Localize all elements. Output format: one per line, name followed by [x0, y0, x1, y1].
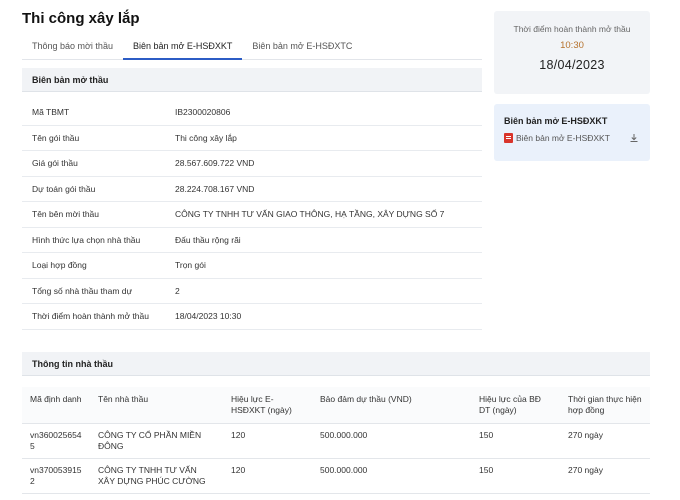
tab-notice[interactable]: Thông báo mời thầu — [22, 36, 123, 60]
document-link[interactable]: Biên bản mở E-HSĐXKT — [504, 132, 640, 144]
table-cell: 500.000.000 — [312, 423, 471, 459]
info-label: Tên gói thầu — [32, 132, 80, 143]
bidders-section-title: Thông tin nhà thầu — [22, 352, 650, 376]
info-label: Thời điểm hoàn thành mở thầu — [32, 311, 149, 322]
table-row: vn3600256545 CÔNG TY CỔ PHẦN MIỀN ĐÔNG 120… — [22, 423, 650, 459]
document-card: Biên bản mở E-HSĐXKT Biên bản mở E-HSĐXK… — [494, 104, 650, 161]
info-value: 28.224.708.167 VND — [175, 183, 255, 194]
info-row: Loại hợp đồng Trọn gói — [22, 253, 482, 279]
info-label: Hình thức lựa chọn nhà thầu — [32, 234, 141, 245]
tab-technical-minutes[interactable]: Biên bản mở E-HSĐXKT — [122, 36, 243, 60]
column-header: Hiệu lực của BĐ DT (ngày) — [471, 387, 560, 424]
info-row: Tổng số nhà thầu tham dự 2 — [22, 279, 482, 304]
column-header: Thời gian thực hiện hợp đồng — [560, 387, 650, 424]
info-value: IB2300020806 — [175, 107, 231, 118]
column-header: Hiệu lực E-HSĐXKT (ngày) — [223, 387, 312, 424]
info-label: Loại hợp đồng — [32, 260, 87, 271]
table-cell: CÔNG TY CỔ PHẦN MIỀN ĐÔNG — [90, 423, 223, 459]
info-label: Tổng số nhà thầu tham dự — [32, 285, 133, 296]
column-header: Bảo đảm dự thầu (VND) — [312, 387, 471, 424]
table-row: vn3700539152 CÔNG TY TNHH TƯ VẤN XÂY DỰNG… — [22, 458, 650, 494]
info-row: Thời điểm hoàn thành mở thầu 18/04/2023 1… — [22, 304, 482, 330]
table-cell: CÔNG TY TNHH TƯ VẤN XÂY DỰNG PHÚC CƯỜNG — [90, 458, 223, 494]
info-label: Giá gói thầu — [32, 158, 78, 169]
table-cell: 270 ngày — [560, 458, 650, 494]
table-cell: 500.000.000 — [312, 458, 471, 494]
column-header: Tên nhà thầu — [90, 387, 223, 424]
info-value: Đấu thầu rộng rãi — [175, 234, 241, 245]
completion-time: 10:30 — [560, 40, 584, 51]
info-value: CÔNG TY TNHH TƯ VẤN GIAO THÔNG, HẠ TẦNG,… — [175, 209, 445, 220]
info-label: Dự toán gói thầu — [32, 183, 96, 194]
table-cell: 120 — [223, 423, 312, 459]
info-value: Trọn gói — [175, 260, 206, 271]
tab-financial-minutes[interactable]: Biên bản mở E-HSĐXTC — [242, 36, 362, 60]
info-value: 18/04/2023 10:30 — [175, 311, 242, 322]
table-cell: vn3600256545 — [22, 423, 90, 459]
info-row: Hình thức lựa chọn nhà thầu Đấu thầu rộng… — [22, 228, 482, 253]
info-row: Giá gói thầu 28.567.609.722 VND — [22, 151, 482, 177]
table-cell: 150 — [471, 423, 560, 459]
minutes-info-table: Mã TBMT IB2300020806 Tên gói thầu Thi công … — [22, 100, 482, 330]
page-title: Thi công xây lắp — [22, 10, 140, 27]
completion-card: Thời điểm hoàn thành mở thầu 10:30 18/04… — [494, 11, 650, 94]
info-label: Tên bên mời thầu — [32, 209, 99, 220]
info-row: Dự toán gói thầu 28.224.708.167 VND — [22, 177, 482, 202]
minutes-section-title: Biên bản mở thầu — [22, 68, 482, 92]
column-header: Mã định danh — [22, 387, 90, 424]
table-cell: 270 ngày — [560, 423, 650, 459]
completion-date: 18/04/2023 — [539, 58, 605, 72]
tab-bar: Thông báo mời thầu Biên bản mở E-HSĐXKT … — [22, 36, 482, 60]
bidders-table: Mã định danh Tên nhà thầu Hiệu lực E-HSĐXK… — [22, 387, 650, 494]
table-cell: 150 — [471, 458, 560, 494]
info-row: Tên bên mời thầu CÔNG TY TNHH TƯ VẤN GIAO… — [22, 202, 482, 228]
download-icon[interactable] — [628, 132, 640, 144]
table-cell: vn3700539152 — [22, 458, 90, 494]
document-file-label[interactable]: Biên bản mở E-HSĐXKT — [516, 133, 610, 143]
info-value: 2 — [175, 285, 180, 296]
info-value: Thi công xây lắp — [175, 132, 237, 143]
info-row: Mã TBMT IB2300020806 — [22, 100, 482, 126]
info-row: Tên gói thầu Thi công xây lắp — [22, 126, 482, 151]
pdf-icon — [504, 133, 513, 143]
completion-label: Thời điểm hoàn thành mở thầu — [513, 24, 631, 34]
document-card-title: Biên bản mở E-HSĐXKT — [504, 116, 608, 126]
info-value: 28.567.609.722 VND — [175, 158, 255, 169]
bidders-header-row: Mã định danh Tên nhà thầu Hiệu lực E-HSĐXK… — [22, 387, 650, 424]
info-label: Mã TBMT — [32, 107, 70, 118]
table-cell: 120 — [223, 458, 312, 494]
